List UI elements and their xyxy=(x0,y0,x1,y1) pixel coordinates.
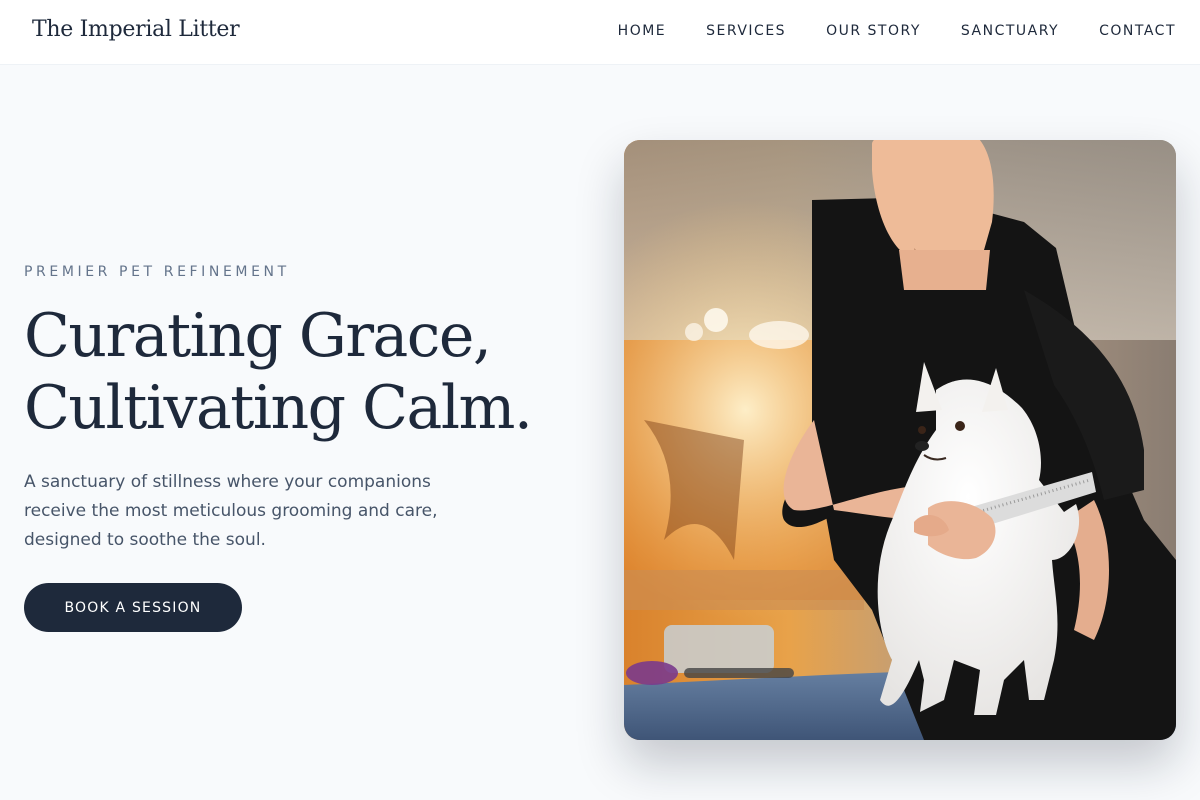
nav-sanctuary[interactable]: SANCTUARY xyxy=(961,23,1059,39)
main-nav: HOME SERVICES OUR STORY SANCTUARY CONTAC… xyxy=(618,23,1176,39)
brand-logo[interactable]: The Imperial Litter xyxy=(32,17,240,42)
nav-contact[interactable]: CONTACT xyxy=(1099,23,1176,39)
site-header: The Imperial Litter HOME SERVICES OUR ST… xyxy=(0,0,1200,65)
hero-description: A sanctuary of stillness where your comp… xyxy=(24,472,438,550)
nav-our-story[interactable]: OUR STORY xyxy=(826,23,921,39)
hero-image xyxy=(624,140,1176,740)
hero-eyebrow: PREMIER PET REFINEMENT xyxy=(24,264,290,280)
nav-services[interactable]: SERVICES xyxy=(706,23,786,39)
book-session-button[interactable]: BOOK A SESSION xyxy=(24,583,242,632)
hero-headline-line-2: Cultivating Calm. xyxy=(24,373,533,443)
hero-headline: Curating Grace, Cultivating Calm. xyxy=(24,300,533,444)
hero-headline-line-1: Curating Grace, xyxy=(24,301,492,371)
nav-home[interactable]: HOME xyxy=(618,23,666,39)
